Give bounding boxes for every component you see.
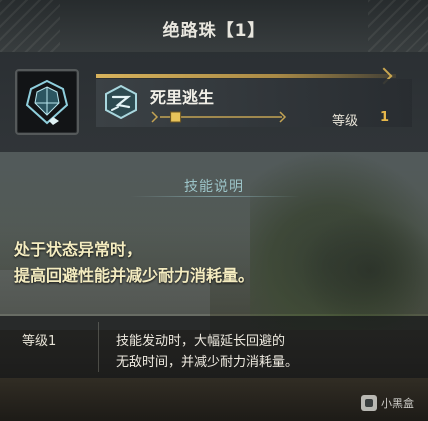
skill-name: 死里逃生 [150, 88, 215, 107]
heybox-logo-icon [361, 395, 377, 411]
level-label: 等级 [332, 114, 359, 129]
diamond-jewel-icon [25, 79, 69, 125]
description-line: 提高回避性能并减少耐力消耗量。 [14, 266, 255, 285]
evade-skill-icon [104, 84, 138, 120]
level-effect-label: 等级1 [22, 334, 57, 349]
level-effect-text: 无敌时间，并减少耐力消耗量。 [116, 355, 299, 370]
level-value: 1 [380, 110, 390, 125]
skill-panel: 死里逃生 等级 1 [0, 52, 428, 152]
description-line: 处于状态异常时， [14, 240, 143, 259]
watermark: 小黑盒 [361, 395, 414, 411]
jewel-slot [15, 69, 79, 135]
heading-divider [130, 196, 300, 197]
level-gauge [151, 111, 287, 123]
watermark-text: 小黑盒 [381, 397, 414, 410]
row-divider [98, 322, 99, 372]
skill-description-heading: 技能说明 [184, 179, 244, 195]
level-effect-text: 技能发动时，大幅延长回避的 [116, 334, 286, 349]
page-title: 绝路珠【1】 [162, 21, 266, 41]
skill-row[interactable]: 死里逃生 等级 1 [96, 67, 412, 129]
